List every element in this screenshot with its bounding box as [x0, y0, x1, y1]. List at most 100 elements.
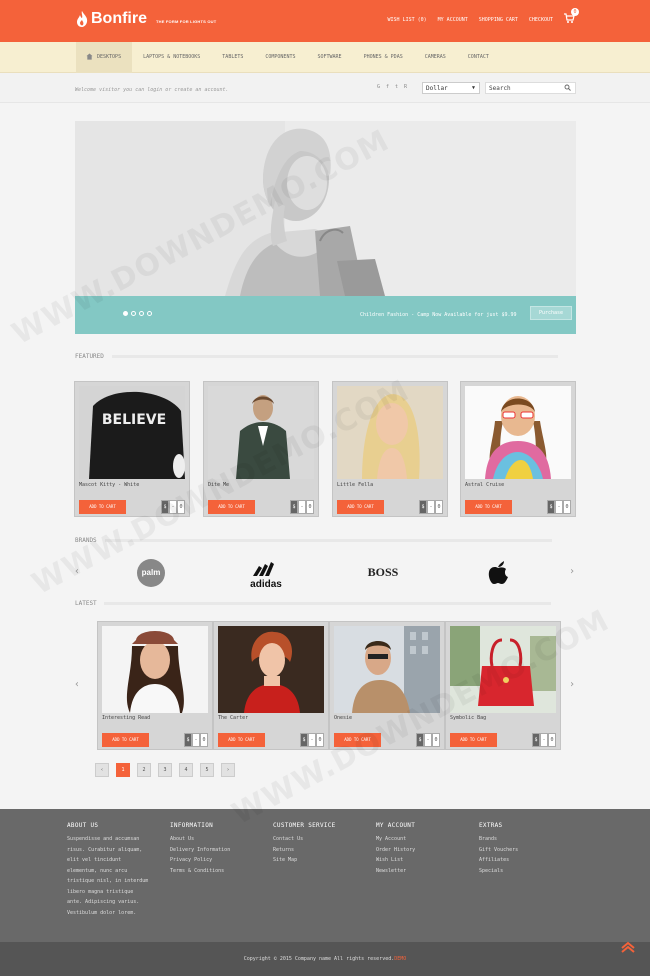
slider-dot[interactable]: [139, 311, 144, 316]
stepper-value[interactable]: 0: [177, 500, 185, 514]
search-icon[interactable]: [564, 84, 571, 91]
pagination-page[interactable]: 3: [158, 763, 172, 777]
footer-link[interactable]: Brands: [479, 834, 518, 845]
quantity-stepper[interactable]: $ -0: [161, 500, 185, 514]
rss-icon[interactable]: R: [404, 84, 407, 90]
pagination-page[interactable]: 5: [200, 763, 214, 777]
quantity-stepper[interactable]: $ -0: [416, 733, 440, 747]
pagination-page[interactable]: 4: [179, 763, 193, 777]
pagination-page[interactable]: 2: [137, 763, 151, 777]
shopping-cart-link[interactable]: SHOPPING CART: [479, 17, 518, 23]
product-name[interactable]: Onesie: [334, 715, 352, 721]
quantity-stepper[interactable]: $ -0: [419, 500, 443, 514]
footer-link[interactable]: Terms & Conditions: [170, 866, 230, 877]
stepper-minus[interactable]: -: [555, 500, 563, 514]
product-card[interactable]: BELIEVE Mascot Kitty - White ADD TO CART…: [74, 381, 190, 517]
quantity-stepper[interactable]: $ -0: [532, 733, 556, 747]
copyright-link[interactable]: DEMO: [394, 956, 406, 962]
quantity-stepper[interactable]: $ -0: [547, 500, 571, 514]
add-to-cart-button[interactable]: ADD TO CART: [218, 733, 265, 747]
footer-link[interactable]: Privacy Policy: [170, 855, 230, 866]
stepper-value[interactable]: 0: [548, 733, 556, 747]
nav-item-cameras[interactable]: CAMERAS: [414, 42, 457, 73]
add-to-cart-button[interactable]: ADD TO CART: [337, 500, 384, 514]
product-name[interactable]: Interesting Read: [102, 715, 150, 721]
latest-prev-arrow[interactable]: ‹: [74, 680, 82, 690]
slider-dot[interactable]: [147, 311, 152, 316]
hero-slider[interactable]: Children Fashion - Camp Now Available fo…: [75, 121, 576, 334]
nav-item-laptops[interactable]: LAPTOPS & NOTEBOOKS: [132, 42, 211, 73]
stepper-minus[interactable]: -: [308, 733, 316, 747]
stepper-value[interactable]: 0: [306, 500, 314, 514]
footer-link[interactable]: Wish List: [376, 855, 415, 866]
quantity-stepper[interactable]: $ -0: [290, 500, 314, 514]
footer-link[interactable]: Order History: [376, 845, 415, 856]
apple-icon[interactable]: [487, 560, 509, 585]
product-card[interactable]: Interesting Read ADD TO CART $ -0: [97, 621, 213, 750]
brand-logo-palm[interactable]: palm: [137, 559, 165, 587]
purchase-button[interactable]: Purchase: [530, 306, 572, 320]
product-card[interactable]: Astral Cruise ADD TO CART $ -0: [460, 381, 576, 517]
nav-item-desktops[interactable]: DESKTOPS: [76, 42, 133, 73]
add-to-cart-button[interactable]: ADD TO CART: [465, 500, 512, 514]
stepper-minus[interactable]: -: [427, 500, 435, 514]
footer-link[interactable]: Returns: [273, 845, 336, 856]
footer-link[interactable]: Delivery Information: [170, 845, 230, 856]
footer-link[interactable]: Newsletter: [376, 866, 415, 877]
add-to-cart-button[interactable]: ADD TO CART: [450, 733, 497, 747]
footer-link[interactable]: Contact Us: [273, 834, 336, 845]
product-card[interactable]: Symbolic Bag ADD TO CART $ -0: [445, 621, 561, 750]
quantity-stepper[interactable]: $ -0: [184, 733, 208, 747]
product-name[interactable]: Dite Me: [208, 482, 229, 488]
nav-item-tablets[interactable]: TABLETS: [211, 42, 254, 73]
nav-item-components[interactable]: COMPONENTS: [254, 42, 306, 73]
stepper-value[interactable]: 0: [563, 500, 571, 514]
slider-dot[interactable]: [131, 311, 136, 316]
product-name[interactable]: The Carter: [218, 715, 248, 721]
nav-item-phones[interactable]: PHONES & PDAS: [353, 42, 414, 73]
stepper-minus[interactable]: -: [192, 733, 200, 747]
pagination-prev[interactable]: ‹: [95, 763, 109, 777]
wishlist-link[interactable]: WISH LIST (0): [388, 17, 427, 23]
brand-logo-adidas[interactable]: adidas: [243, 561, 289, 590]
add-to-cart-button[interactable]: ADD TO CART: [102, 733, 149, 747]
footer-link[interactable]: My Account: [376, 834, 415, 845]
checkout-link[interactable]: CHECKOUT: [529, 17, 553, 23]
footer-link[interactable]: Gift Vouchers: [479, 845, 518, 856]
brands-next-arrow[interactable]: ›: [569, 567, 577, 577]
product-card[interactable]: Little Fella ADD TO CART $ -0: [332, 381, 448, 517]
stepper-minus[interactable]: -: [169, 500, 177, 514]
latest-next-arrow[interactable]: ›: [569, 680, 577, 690]
add-to-cart-button[interactable]: ADD TO CART: [208, 500, 255, 514]
product-name[interactable]: Little Fella: [337, 482, 373, 488]
nav-item-software[interactable]: SOFTWARE: [306, 42, 352, 73]
google-icon[interactable]: G: [377, 84, 380, 90]
footer-link[interactable]: Specials: [479, 866, 518, 877]
footer-link[interactable]: About Us: [170, 834, 230, 845]
add-to-cart-button[interactable]: ADD TO CART: [79, 500, 126, 514]
slider-dot[interactable]: [123, 311, 128, 316]
currency-select[interactable]: Dollar ▼: [422, 82, 480, 94]
product-card[interactable]: Onesie ADD TO CART $ -0: [329, 621, 445, 750]
stepper-value[interactable]: 0: [435, 500, 443, 514]
product-name[interactable]: Astral Cruise: [465, 482, 504, 488]
my-account-link[interactable]: MY ACCOUNT: [438, 17, 468, 23]
facebook-icon[interactable]: f: [386, 84, 389, 90]
stepper-minus[interactable]: -: [424, 733, 432, 747]
pagination-next[interactable]: ›: [221, 763, 235, 777]
stepper-minus[interactable]: -: [298, 500, 306, 514]
search-input[interactable]: Search: [485, 82, 576, 94]
stepper-value[interactable]: 0: [316, 733, 324, 747]
twitter-icon[interactable]: t: [395, 84, 398, 90]
stepper-value[interactable]: 0: [200, 733, 208, 747]
product-card[interactable]: The Carter ADD TO CART $ -0: [213, 621, 329, 750]
nav-item-contact[interactable]: CONTACT: [457, 42, 500, 73]
stepper-minus[interactable]: -: [540, 733, 548, 747]
product-name[interactable]: Mascot Kitty - White: [79, 482, 139, 488]
brand-logo[interactable]: Bonfire THE FORM FOR LIGHTS OUT: [75, 10, 216, 28]
add-to-cart-button[interactable]: ADD TO CART: [334, 733, 381, 747]
product-name[interactable]: Symbolic Bag: [450, 715, 486, 721]
pagination-page[interactable]: 1: [116, 763, 130, 777]
brand-logo-boss[interactable]: BOSS: [360, 565, 406, 580]
footer-link[interactable]: Affiliates: [479, 855, 518, 866]
